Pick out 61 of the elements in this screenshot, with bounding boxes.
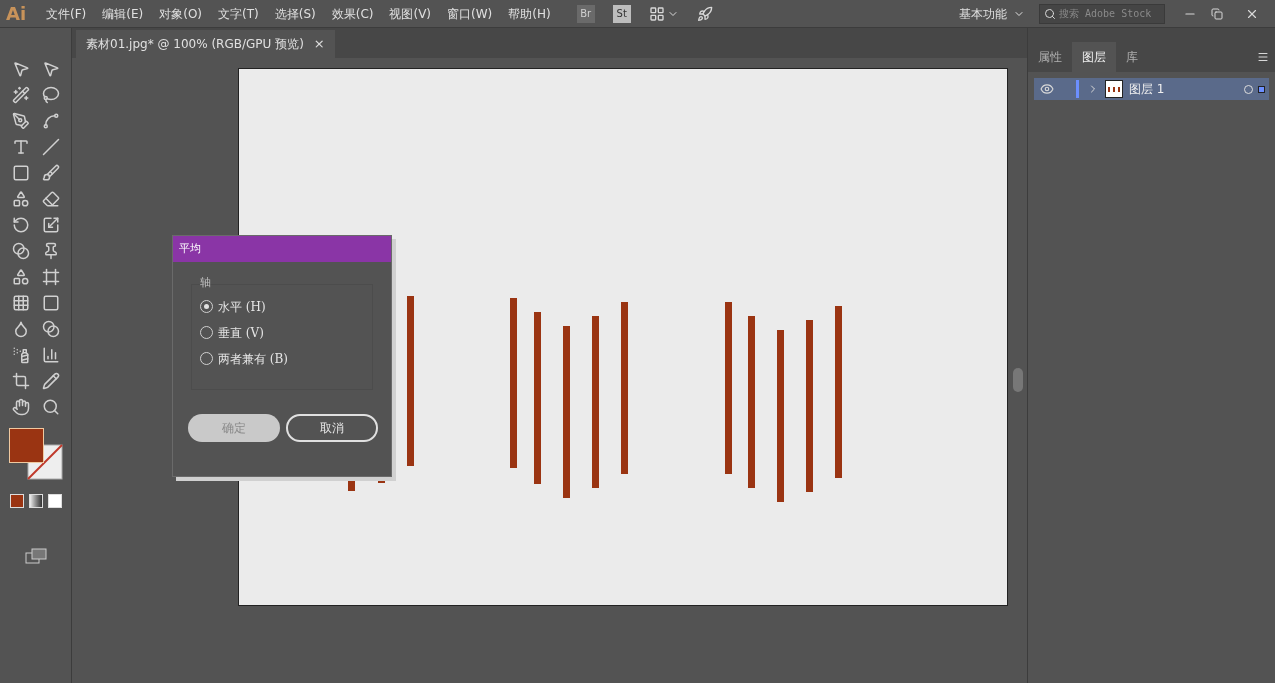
menu-item[interactable]: 文字(T) (218, 4, 259, 23)
menu-item[interactable]: 效果(C) (331, 4, 374, 23)
menu-item[interactable]: 视图(V) (389, 4, 432, 23)
eraser-icon[interactable] (41, 190, 60, 208)
app-switch-button[interactable]: Br (576, 4, 595, 23)
menu-item[interactable]: 选择(S) (274, 4, 316, 23)
menu-item[interactable]: 文件(F) (46, 4, 87, 23)
panel-menu-icon[interactable] (1257, 51, 1269, 63)
screen-mode-icon[interactable] (24, 548, 47, 564)
app-switch-button[interactable]: St (612, 4, 631, 23)
type-tool-icon[interactable] (11, 138, 30, 156)
layer-name: 图层 1 (1129, 81, 1165, 98)
panel-tab[interactable]: 库 (1116, 42, 1148, 72)
rotate-tool-icon[interactable] (11, 216, 30, 234)
menu-item[interactable]: 编辑(E) (102, 4, 144, 23)
panel-tab[interactable]: 属性 (1028, 42, 1072, 72)
curvature-tool-icon[interactable] (41, 112, 60, 130)
zoom-tool-icon[interactable] (41, 398, 60, 416)
arrange-documents-icon[interactable] (648, 5, 665, 22)
workspace-switcher[interactable]: 基本功能 (959, 4, 1025, 23)
pen-tool-icon[interactable] (11, 112, 30, 130)
document-title: 素材01.jpg* @ 100% (RGB/GPU 预览) (86, 36, 304, 53)
menu-item[interactable]: 对象(O) (159, 4, 203, 23)
eye-icon[interactable] (1040, 82, 1054, 96)
color-mode-button[interactable] (9, 494, 24, 508)
panel-tab[interactable]: 图层 (1072, 42, 1116, 72)
group-label: 轴 (200, 275, 212, 291)
paintbrush-icon[interactable] (41, 164, 60, 182)
radio-label[interactable]: 垂直 (V) (218, 323, 264, 342)
fill-stroke-drawing[interactable] (8, 428, 63, 480)
radio-label[interactable]: 两者兼有 (B) (218, 349, 288, 368)
search-field[interactable]: 搜索 Adobe Stock (1039, 3, 1165, 24)
hand-tool-icon[interactable] (11, 398, 30, 416)
lasso-icon[interactable] (41, 86, 60, 104)
rectangle-tool-icon[interactable] (11, 164, 30, 182)
menu-item[interactable]: 窗口(W) (447, 4, 493, 23)
symbol-sprayer-icon[interactable] (11, 346, 30, 364)
dialog-title: 平均 (173, 236, 391, 262)
direct-selection-tool-icon[interactable] (41, 60, 60, 78)
layer-thumbnail (1105, 80, 1123, 98)
selection-tool-icon[interactable] (11, 60, 30, 78)
radio-label[interactable]: 水平 (H) (218, 297, 266, 316)
scrollbar-thumb[interactable] (1013, 368, 1023, 392)
artboard-tool-icon[interactable] (11, 372, 30, 390)
scale-tool-icon[interactable] (41, 216, 60, 234)
mesh-tool-icon[interactable] (11, 294, 30, 312)
menu-item[interactable]: 帮助(H) (508, 4, 551, 23)
graph-tool-icon[interactable] (41, 346, 60, 364)
selection-indicator-icon[interactable] (1258, 85, 1265, 93)
tab-close-button[interactable]: × (313, 34, 325, 54)
app-logo: Ai (6, 2, 28, 26)
magic-wand-icon[interactable] (11, 86, 30, 104)
gradient-mode-button[interactable] (28, 494, 43, 508)
restore-icon[interactable] (1211, 7, 1223, 20)
none-mode-button[interactable] (47, 494, 62, 508)
search-icon (1044, 7, 1056, 20)
line-tool-icon[interactable] (41, 138, 60, 156)
layer-row[interactable]: 图层 1 (1034, 78, 1269, 100)
rocket-icon[interactable] (696, 5, 713, 22)
document-tab[interactable]: 素材01.jpg* @ 100% (RGB/GPU 预览) × (76, 30, 335, 58)
dialog-button[interactable]: 取消 (286, 414, 378, 442)
